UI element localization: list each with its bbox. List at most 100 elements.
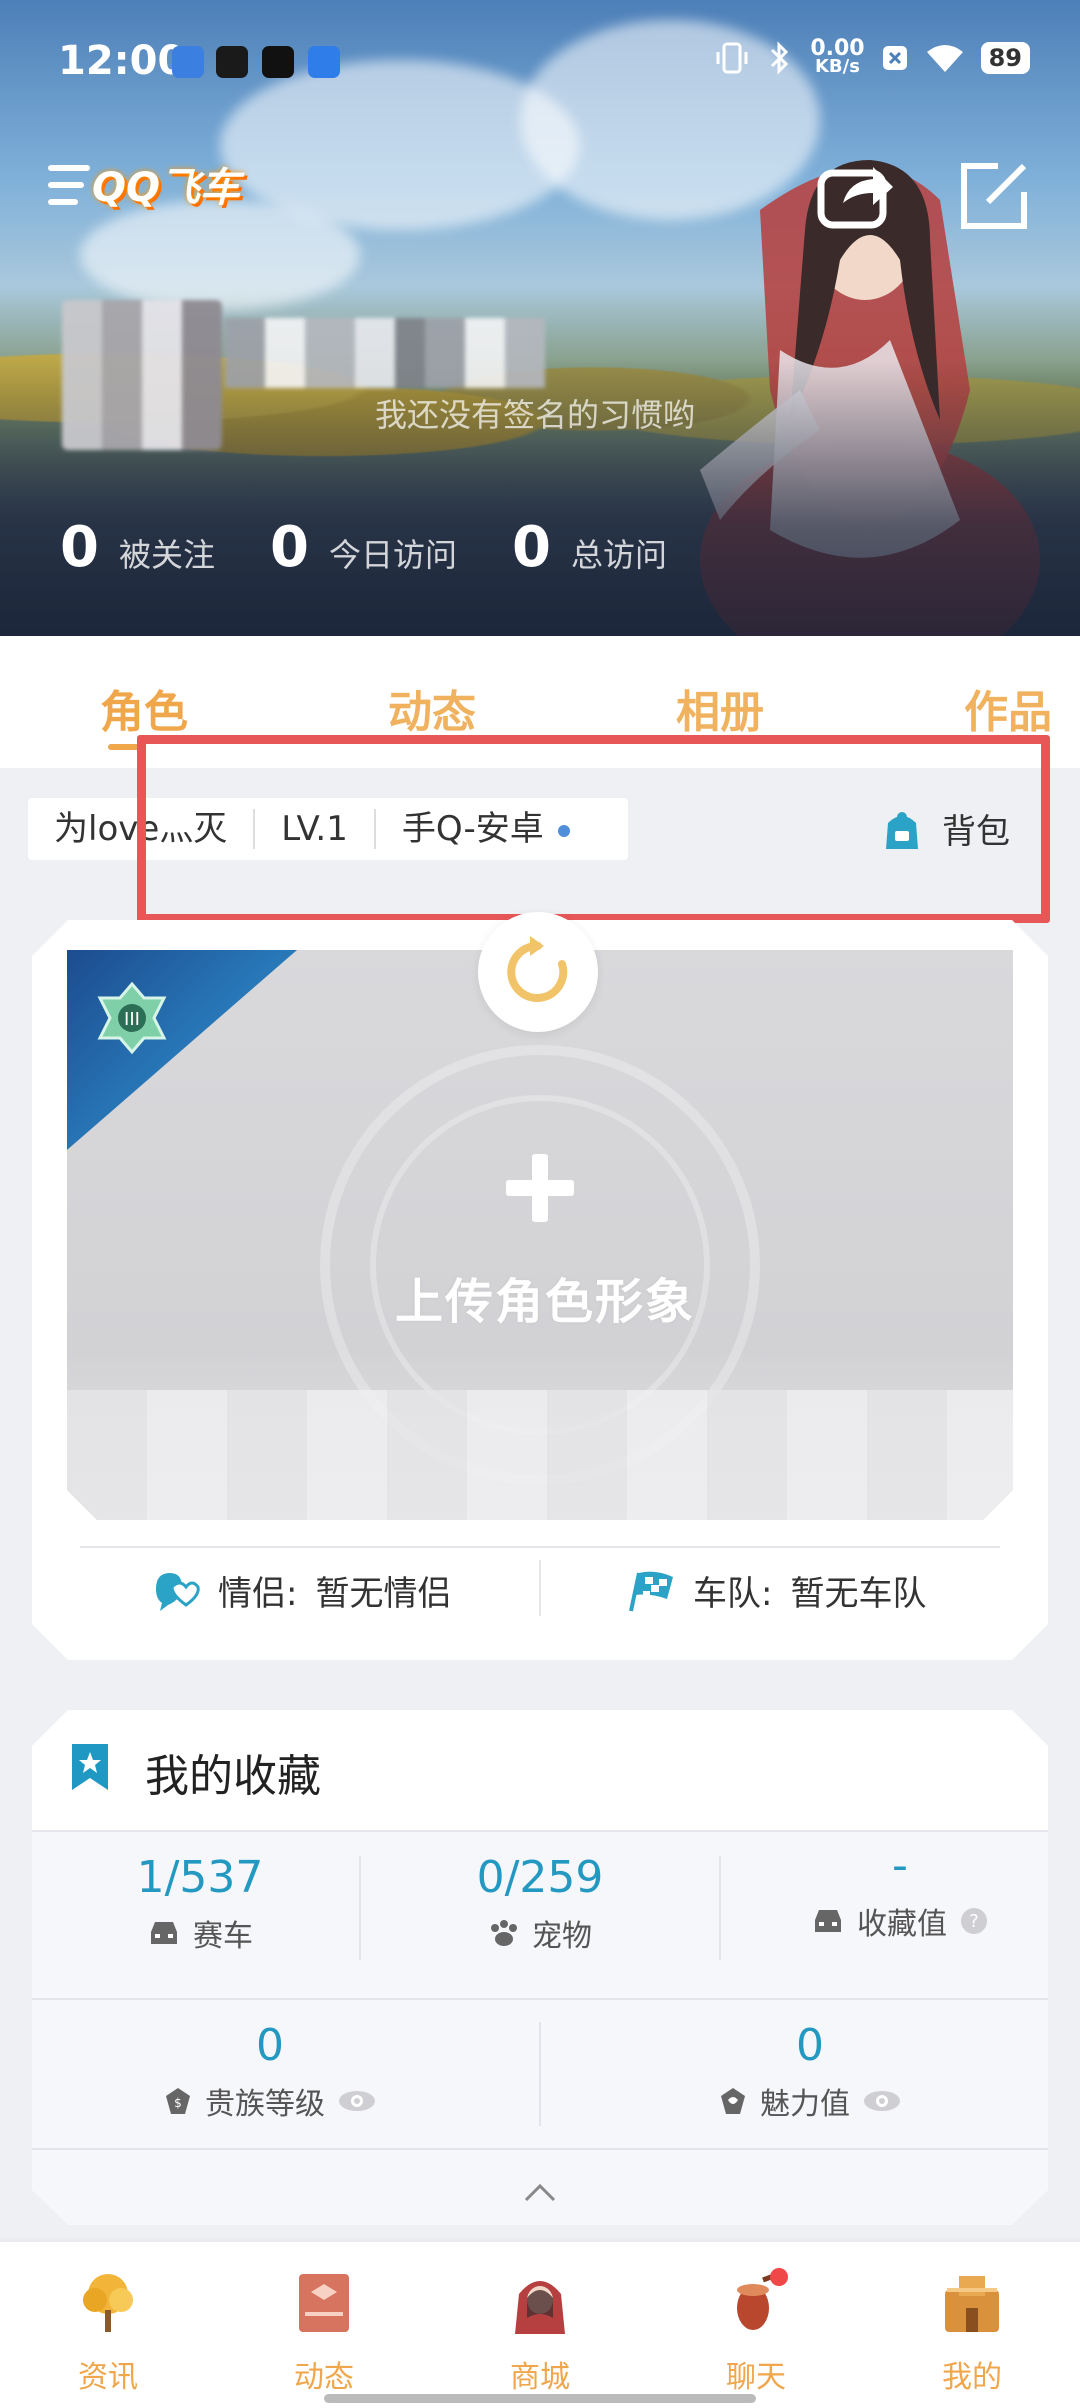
home-indicator[interactable] bbox=[324, 2394, 756, 2403]
stat-today-visits[interactable]: 0 今日访问 bbox=[270, 515, 457, 580]
wifi-icon bbox=[926, 45, 963, 72]
plus-icon[interactable] bbox=[500, 1148, 580, 1228]
noble-level-label: 贵族等级 bbox=[205, 2087, 325, 2122]
chevron-up-icon[interactable] bbox=[522, 2182, 558, 2204]
unread-dot bbox=[770, 2268, 788, 2286]
couple-label: 情侣: bbox=[218, 1574, 298, 1614]
highlight-annotation-box bbox=[137, 735, 1050, 923]
tab-feed[interactable]: 动态 bbox=[388, 676, 476, 740]
tab-works[interactable]: 作品 bbox=[964, 676, 1052, 740]
nav-news-label: 资讯 bbox=[78, 2360, 138, 2395]
cloud bbox=[80, 200, 360, 310]
couple-value: 暂无情侣 bbox=[315, 1574, 452, 1614]
cars-label: 赛车 bbox=[193, 1919, 253, 1954]
nav-me-label: 我的 bbox=[942, 2360, 1002, 2395]
noble-level-label-row: $ 贵族等级 bbox=[130, 2079, 410, 2123]
row-divider bbox=[32, 1830, 1048, 1832]
pets-label-row: 宠物 bbox=[400, 1911, 680, 1955]
collection-value-number: - bbox=[892, 1840, 908, 1891]
team-value: 暂无车队 bbox=[790, 1574, 927, 1614]
app-logo: QQ飞车 bbox=[92, 165, 241, 211]
couple-heart-icon bbox=[156, 1572, 200, 1611]
upload-character-label[interactable]: 上传角色形象 bbox=[395, 1262, 695, 1332]
collection-title: 我的收藏 bbox=[145, 1751, 321, 1802]
row-divider bbox=[32, 1998, 1048, 2000]
svg-text:?: ? bbox=[969, 1911, 979, 1932]
signature-text[interactable]: 我还没有签名的习惯哟 bbox=[375, 390, 695, 436]
mail-notification-icon bbox=[308, 46, 340, 78]
column-divider bbox=[359, 1856, 361, 1960]
collection-cars[interactable]: 1/537 赛车 bbox=[60, 1852, 340, 1955]
menu-line bbox=[48, 165, 90, 171]
charm-value: 0 bbox=[796, 2020, 824, 2071]
card-divider bbox=[80, 1546, 1000, 1548]
nav-feed-label: 动态 bbox=[294, 2360, 354, 2395]
car-icon bbox=[815, 1910, 841, 1932]
feed-banner-icon bbox=[299, 2274, 349, 2332]
column-divider bbox=[719, 1856, 721, 1960]
pets-label: 宠物 bbox=[532, 1919, 592, 1954]
refresh-button[interactable] bbox=[478, 912, 598, 1032]
me-castle-icon bbox=[945, 2276, 999, 2332]
collection-value[interactable]: - 收藏值 ? bbox=[760, 1840, 1040, 1943]
status-time: 12:00 bbox=[58, 38, 186, 84]
character-stage[interactable] bbox=[67, 950, 1013, 1520]
news-tree-icon bbox=[83, 2274, 133, 2332]
status-bar: 12:00 0.00 KB/s 89 bbox=[0, 0, 1080, 130]
stat-total-visits[interactable]: 0 总访问 bbox=[512, 515, 667, 580]
nav-shop[interactable]: 商城 bbox=[470, 2270, 610, 2396]
paw-icon bbox=[491, 1920, 517, 1946]
collection-pets[interactable]: 0/259 宠物 bbox=[400, 1852, 680, 1955]
row-divider bbox=[32, 2148, 1048, 2150]
team-label: 车队: bbox=[693, 1574, 773, 1614]
vertical-divider bbox=[539, 1560, 541, 1616]
help-icon[interactable]: ? bbox=[959, 1906, 989, 1936]
charm-label-row: 魅力值 bbox=[670, 2079, 950, 2123]
menu-line bbox=[48, 199, 78, 205]
couple-info[interactable]: 情侣: 暂无情侣 bbox=[150, 1566, 451, 1615]
collection-charm[interactable]: 0 魅力值 bbox=[670, 2020, 950, 2123]
username-blurred bbox=[225, 318, 545, 388]
menu-line bbox=[48, 182, 84, 188]
nav-chat-label: 聊天 bbox=[726, 2360, 786, 2395]
nav-news[interactable]: 资讯 bbox=[38, 2270, 178, 2396]
collection-value-label-row: 收藏值 ? bbox=[760, 1899, 1040, 1943]
edit-profile-button[interactable] bbox=[958, 160, 1030, 232]
nav-me[interactable]: 我的 bbox=[902, 2270, 1042, 2396]
bluetooth-icon bbox=[771, 41, 789, 75]
network-speed-unit: KB/s bbox=[814, 56, 860, 77]
nav-feed[interactable]: 动态 bbox=[254, 2270, 394, 2396]
app-notification-icon bbox=[172, 46, 204, 78]
share-button[interactable] bbox=[815, 155, 895, 230]
stat-value: 0 bbox=[269, 515, 309, 580]
collection-noble-level[interactable]: 0 $ 贵族等级 bbox=[130, 2020, 410, 2123]
team-info[interactable]: 车队: 暂无车队 bbox=[625, 1566, 926, 1615]
shop-character-icon bbox=[515, 2281, 565, 2334]
vibrate-icon bbox=[716, 42, 748, 74]
eye-icon[interactable] bbox=[862, 2088, 902, 2114]
stage-floor bbox=[67, 1390, 1013, 1520]
avatar[interactable] bbox=[62, 300, 222, 450]
charm-badge-icon bbox=[721, 2088, 745, 2114]
pets-count: 0/259 bbox=[476, 1852, 604, 1903]
rank-badge-icon[interactable]: III bbox=[92, 978, 172, 1058]
sim-off-icon bbox=[882, 46, 907, 70]
charm-label: 魅力值 bbox=[760, 2087, 850, 2122]
checkered-flag-icon bbox=[629, 1571, 673, 1611]
noble-level-value: 0 bbox=[256, 2020, 284, 2071]
nav-shop-label: 商城 bbox=[510, 2360, 570, 2395]
svg-text:$: $ bbox=[174, 2096, 182, 2110]
column-divider bbox=[539, 2022, 541, 2126]
nav-chat[interactable]: 聊天 bbox=[686, 2268, 826, 2396]
stat-label: 被关注 bbox=[118, 536, 215, 574]
tab-album[interactable]: 相册 bbox=[676, 676, 764, 740]
stat-value: 0 bbox=[60, 515, 99, 580]
stat-followers[interactable]: 0 被关注 bbox=[60, 515, 215, 580]
bottom-navigation: 资讯 动态 商城 聊天 我的 bbox=[0, 2242, 1080, 2408]
refresh-icon bbox=[507, 936, 568, 1002]
eye-icon[interactable] bbox=[337, 2088, 377, 2114]
profile-stats: 0 被关注 0 今日访问 0 总访问 bbox=[60, 515, 722, 580]
collection-value-label: 收藏值 bbox=[857, 1907, 947, 1942]
tab-role[interactable]: 角色 bbox=[100, 676, 188, 740]
cars-label-row: 赛车 bbox=[60, 1911, 340, 1955]
